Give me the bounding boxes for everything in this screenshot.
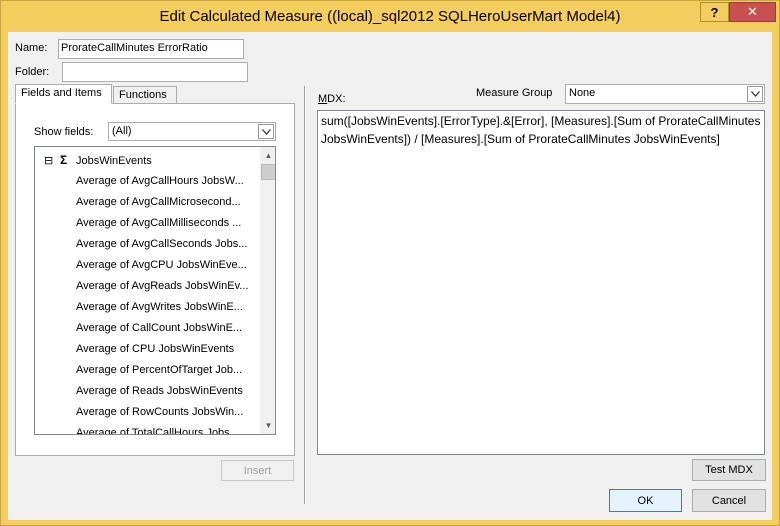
ok-button[interactable]: OK [609, 489, 682, 512]
list-item[interactable]: Average of CPU JobsWinEvents [76, 343, 234, 355]
test-mdx-button[interactable]: Test MDX [692, 459, 766, 481]
fields-tree: ⊟ Σ JobsWinEvents Average of AvgCallHour… [34, 146, 276, 435]
folder-label: Folder: [15, 66, 50, 78]
mdx-expression-editor[interactable]: sum([JobsWinEvents].[ErrorType].&[Error]… [317, 110, 765, 455]
show-fields-value: (All) [112, 125, 132, 137]
sigma-icon: Σ [60, 153, 68, 167]
tree-group-jobswinevents[interactable]: JobsWinEvents [76, 155, 152, 167]
mdx-label: MDX: [318, 93, 346, 105]
collapse-icon[interactable]: ⊟ [44, 154, 53, 167]
help-button[interactable]: ? [700, 2, 729, 22]
title-bar[interactable]: Edit Calculated Measure ((local)_sql2012… [1, 1, 779, 32]
panel-divider [304, 86, 306, 504]
show-fields-select[interactable]: (All) [108, 122, 276, 141]
show-fields-label: Show fields: [34, 126, 94, 138]
list-item[interactable]: Average of Reads JobsWinEvents [76, 385, 243, 397]
mdx-label-text: DX: [327, 93, 346, 105]
chevron-down-icon[interactable] [258, 124, 274, 139]
dialog-window: Edit Calculated Measure ((local)_sql2012… [0, 0, 780, 526]
window-title: Edit Calculated Measure ((local)_sql2012… [159, 8, 621, 25]
scroll-thumb[interactable] [261, 164, 275, 180]
measure-group-value: None [569, 87, 596, 99]
measure-group-select[interactable]: None [565, 84, 765, 104]
list-item[interactable]: Average of AvgCallHours JobsW... [76, 175, 244, 187]
list-item[interactable]: Average of AvgCallSeconds Jobs... [76, 238, 247, 250]
list-item[interactable]: Average of AvgWrites JobsWinE... [76, 301, 243, 313]
list-item[interactable]: Average of AvgReads JobsWinEv... [76, 280, 248, 292]
tab-functions[interactable]: Functions [113, 86, 177, 104]
dialog-body: Name: ProrateCallMinutes ErrorRatio Fold… [8, 32, 772, 520]
cancel-button[interactable]: Cancel [692, 489, 766, 512]
list-item[interactable]: Average of AvgCallMicrosecond... [76, 196, 241, 208]
name-label: Name: [15, 42, 48, 54]
chevron-down-icon[interactable] [747, 86, 763, 102]
insert-button[interactable]: Insert [221, 460, 294, 481]
list-item[interactable]: Average of TotalCallHours Jobs... [76, 427, 239, 434]
scroll-down-icon[interactable]: ▼ [260, 417, 275, 434]
list-item[interactable]: Average of AvgCallMilliseconds ... [76, 217, 241, 229]
close-button[interactable]: ✕ [729, 2, 776, 22]
scroll-up-icon[interactable]: ▲ [260, 147, 275, 164]
list-item[interactable]: Average of CallCount JobsWinE... [76, 322, 242, 334]
tab-fields-and-items[interactable]: Fields and Items [15, 84, 112, 104]
measure-group-label: Measure Group [476, 87, 553, 99]
list-item[interactable]: Average of AvgCPU JobsWinEve... [76, 259, 247, 271]
fields-scrollbar[interactable]: ▲ ▼ [260, 147, 275, 434]
list-item[interactable]: Average of RowCounts JobsWin... [76, 406, 243, 418]
list-item[interactable]: Average of PercentOfTarget Job... [76, 364, 242, 376]
folder-input[interactable] [62, 62, 248, 82]
name-input[interactable]: ProrateCallMinutes ErrorRatio [58, 39, 244, 59]
fields-tab-panel: Show fields: (All) ⊟ Σ JobsWinEvents Ave… [15, 103, 295, 456]
